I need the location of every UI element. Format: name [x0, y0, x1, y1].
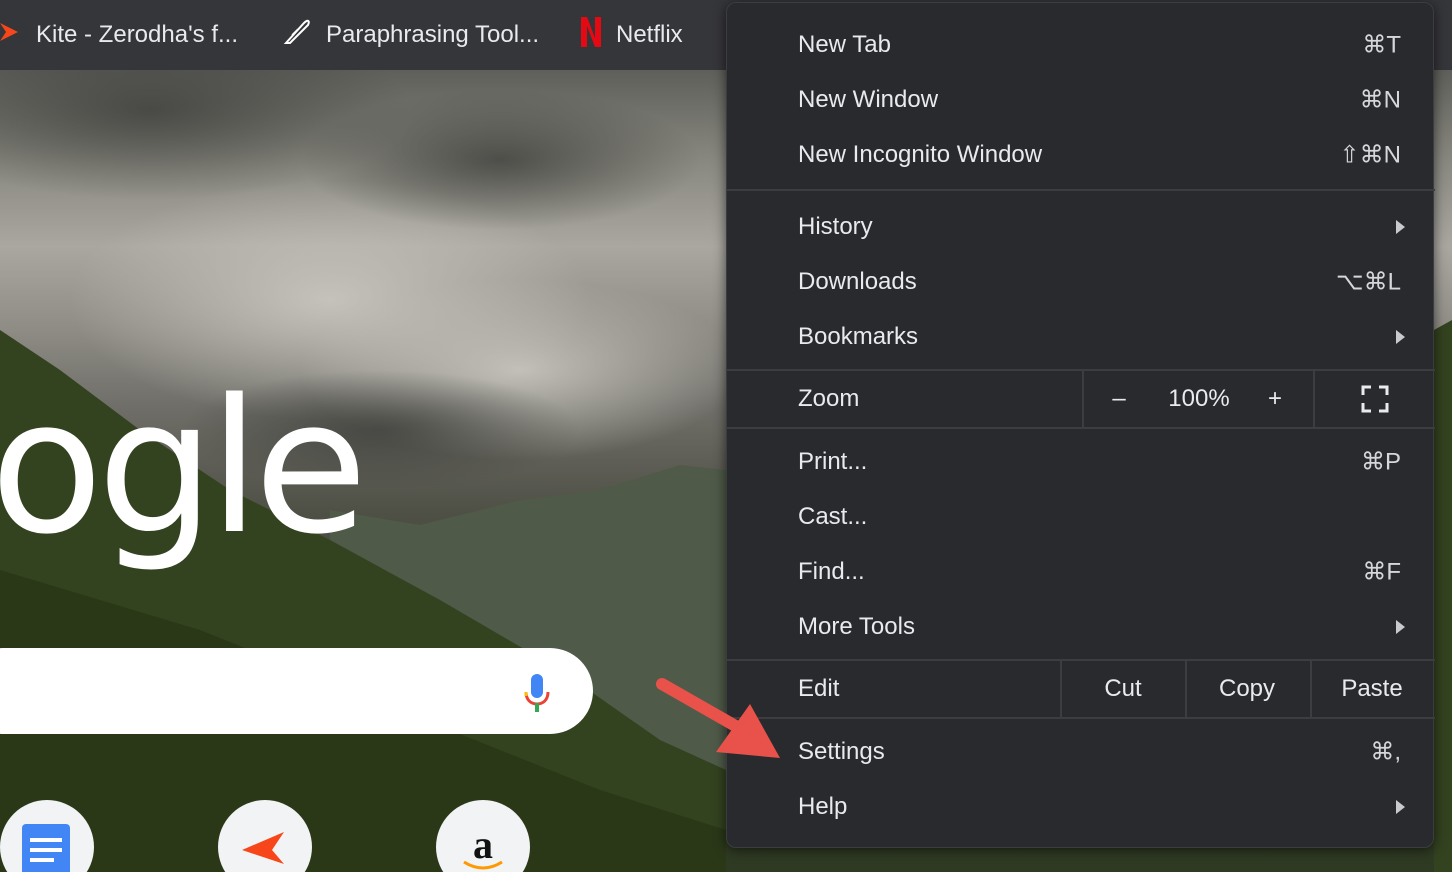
kite-icon: [0, 21, 22, 50]
copy-button[interactable]: Copy: [1219, 675, 1275, 703]
menu-divider: [727, 427, 1435, 429]
submenu-arrow-icon: [1396, 329, 1405, 344]
submenu-arrow-icon: [1396, 219, 1405, 234]
svg-text:a: a: [473, 822, 493, 867]
edit-divider: [1060, 661, 1062, 717]
bookmark-kite[interactable]: Kite - Zerodha's f...: [0, 0, 238, 70]
search-input[interactable]: [0, 648, 593, 734]
fullscreen-icon[interactable]: [1361, 385, 1389, 413]
quill-icon: [282, 17, 312, 54]
zoom-out-button[interactable]: –: [1112, 385, 1125, 413]
bookmark-label: Paraphrasing Tool...: [326, 21, 540, 48]
amazon-icon: a: [463, 822, 503, 870]
submenu-arrow-icon: [1396, 619, 1405, 634]
kite-icon: [242, 832, 284, 864]
chrome-main-menu: New Tab ⌘T New Window ⌘N New Incognito W…: [726, 2, 1435, 848]
bookmark-netflix[interactable]: Netflix: [580, 0, 683, 70]
shortcut-kite[interactable]: [218, 800, 312, 872]
edit-divider: [1310, 661, 1312, 717]
menu-item-find[interactable]: Find... ⌘F: [727, 544, 1435, 599]
submenu-arrow-icon: [1396, 799, 1405, 814]
bookmark-label: Netflix: [616, 21, 683, 48]
shortcut-amazon[interactable]: a: [436, 800, 530, 872]
menu-item-settings[interactable]: Settings ⌘,: [727, 724, 1435, 779]
zoom-divider: [1313, 371, 1315, 427]
menu-row-edit: Edit: [798, 675, 840, 702]
zoom-level: 100%: [1168, 385, 1230, 412]
menu-item-history[interactable]: History: [727, 199, 1435, 254]
cut-button[interactable]: Cut: [1104, 675, 1141, 703]
menu-item-print[interactable]: Print... ⌘P: [727, 434, 1435, 489]
google-logo: ogle: [0, 359, 368, 575]
menu-item-help[interactable]: Help: [727, 779, 1435, 834]
menu-item-more-tools[interactable]: More Tools: [727, 599, 1435, 654]
bookmark-paraphrasing-tool[interactable]: Paraphrasing Tool...: [282, 0, 539, 70]
menu-item-cast[interactable]: Cast...: [727, 489, 1435, 544]
menu-item-new-tab[interactable]: New Tab ⌘T: [727, 17, 1435, 72]
menu-divider: [727, 189, 1435, 191]
menu-item-new-window[interactable]: New Window ⌘N: [727, 72, 1435, 127]
menu-row-zoom: Zoom: [798, 385, 860, 412]
edit-divider: [1185, 661, 1187, 717]
menu-item-downloads[interactable]: Downloads ⌥⌘L: [727, 254, 1435, 309]
microphone-icon[interactable]: [524, 674, 550, 712]
menu-item-bookmarks[interactable]: Bookmarks: [727, 309, 1435, 364]
netflix-icon: [580, 16, 602, 55]
annotation-arrow-icon: [650, 670, 790, 775]
docs-icon: [22, 824, 70, 872]
paste-button[interactable]: Paste: [1341, 675, 1402, 703]
menu-divider: [727, 717, 1435, 719]
zoom-divider: [1082, 371, 1084, 427]
bookmark-label: Kite - Zerodha's f...: [36, 21, 238, 48]
zoom-in-button[interactable]: +: [1268, 385, 1282, 413]
shortcut-docs[interactable]: [0, 800, 94, 872]
menu-item-new-incognito-window[interactable]: New Incognito Window ⇧⌘N: [727, 127, 1435, 182]
